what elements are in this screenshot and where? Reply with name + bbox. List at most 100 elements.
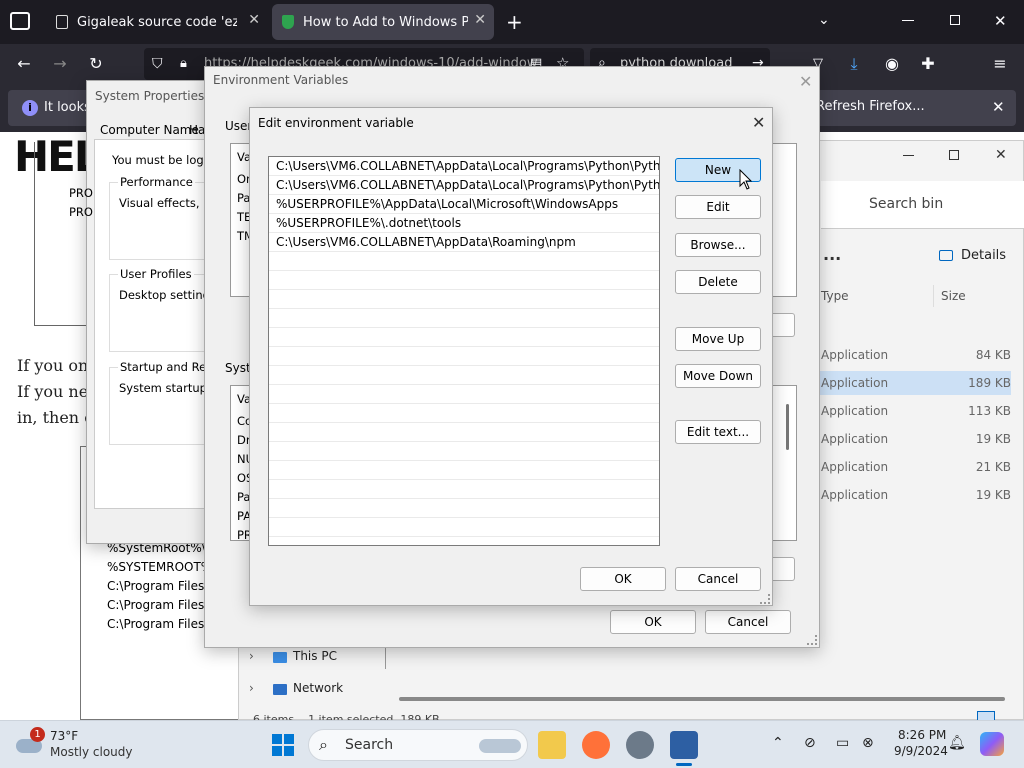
column-header-type[interactable]: Type xyxy=(821,289,849,303)
empty-row[interactable] xyxy=(269,518,659,537)
path-entries-list[interactable]: C:\Users\VM6.COLLABNET\AppData\Local\Pro… xyxy=(268,156,660,546)
list-item[interactable]: C:\Users\VM6.COLLABNET\AppData\Local\Pro… xyxy=(269,176,659,195)
menu-icon[interactable]: ≡ xyxy=(988,52,1012,76)
firefox-view-icon[interactable] xyxy=(10,12,30,30)
empty-row[interactable] xyxy=(269,252,659,271)
close-icon[interactable]: ✕ xyxy=(474,12,486,28)
tab-gigaleak[interactable]: Gigaleak source code 'ezbuild' ✕ xyxy=(46,4,268,40)
chevron-up-icon[interactable]: ⌃ xyxy=(772,735,784,751)
move-up-button[interactable]: Move Up xyxy=(675,327,761,351)
computer-icon xyxy=(273,652,287,663)
move-down-button[interactable]: Move Down xyxy=(675,364,761,388)
empty-row[interactable] xyxy=(269,480,659,499)
empty-row[interactable] xyxy=(269,309,659,328)
minimize-icon[interactable] xyxy=(903,155,914,156)
file-row[interactable]: Application 19 KB xyxy=(821,432,1011,452)
volume-icon[interactable]: ⊗ xyxy=(862,735,874,751)
empty-row[interactable] xyxy=(269,499,659,518)
file-row[interactable]: Application 84 KB xyxy=(821,348,1011,368)
tab-computer-name[interactable]: Computer Name xyxy=(100,123,199,137)
list-item[interactable]: %USERPROFILE%\.dotnet\tools xyxy=(269,214,659,233)
horizontal-scrollbar[interactable] xyxy=(399,697,1005,701)
taskbar-search[interactable]: ⌕ Search xyxy=(308,729,528,761)
file-row[interactable]: Application 21 KB xyxy=(821,460,1011,480)
resize-grip-icon[interactable] xyxy=(807,635,817,645)
close-icon[interactable]: ✕ xyxy=(752,113,765,132)
nav-item-this-pc[interactable]: › This PC xyxy=(249,649,379,669)
maximize-icon[interactable] xyxy=(950,15,960,25)
shield-icon xyxy=(282,15,294,29)
remote-desktop-icon[interactable] xyxy=(670,731,698,759)
new-tab-icon[interactable]: + xyxy=(506,10,523,34)
tab-how-to-add-path[interactable]: How to Add to Windows PATH ✕ xyxy=(272,4,494,40)
delete-button[interactable]: Delete xyxy=(675,270,761,294)
minimize-icon[interactable] xyxy=(902,20,914,21)
empty-row[interactable] xyxy=(269,385,659,404)
empty-row[interactable] xyxy=(269,461,659,480)
more-options-icon[interactable]: ... xyxy=(823,245,841,264)
user-vars-list[interactable]: Va On Pa TE TM xyxy=(230,143,254,297)
close-window-icon[interactable]: ✕ xyxy=(994,12,1007,30)
resize-grip-icon[interactable] xyxy=(760,594,770,604)
file-row[interactable]: Application 113 KB xyxy=(821,404,1011,424)
network-status-icon[interactable]: ⊘ xyxy=(804,735,816,751)
file-size: 84 KB xyxy=(975,348,1011,362)
reload-icon[interactable]: ↻ xyxy=(84,52,108,76)
close-icon[interactable]: ✕ xyxy=(992,98,1005,116)
empty-row[interactable] xyxy=(269,442,659,461)
copilot-icon[interactable] xyxy=(980,732,1004,756)
edit-text-button[interactable]: Edit text... xyxy=(675,420,761,444)
details-pane-icon[interactable] xyxy=(939,250,953,261)
windows-start-icon[interactable] xyxy=(272,734,294,756)
empty-row[interactable] xyxy=(269,328,659,347)
list-item[interactable]: %USERPROFILE%\AppData\Local\Microsoft\Wi… xyxy=(269,195,659,214)
extensions-icon[interactable]: ✚ xyxy=(916,52,940,76)
empty-row[interactable] xyxy=(269,423,659,442)
path-list-item: C:\Program Files ( xyxy=(107,579,213,593)
close-icon[interactable]: ✕ xyxy=(995,147,1007,163)
download-icon[interactable]: ⤓ xyxy=(842,52,866,76)
chevron-down-icon[interactable]: ⌄ xyxy=(818,12,830,28)
env-row-fragment: PRO xyxy=(69,205,93,219)
file-explorer-icon[interactable] xyxy=(538,731,566,759)
clock-date[interactable]: 9/9/2024 xyxy=(894,744,948,758)
display-icon[interactable]: ▭ xyxy=(836,735,849,751)
account-icon[interactable]: ◉ xyxy=(880,52,904,76)
close-icon[interactable]: ✕ xyxy=(799,72,812,91)
file-row[interactable]: Application 19 KB xyxy=(821,488,1011,508)
user-delete-button-edge[interactable] xyxy=(771,313,795,337)
firefox-icon[interactable] xyxy=(582,731,610,759)
forward-icon[interactable]: → xyxy=(48,52,72,76)
lock-icon[interactable]: 🔒︎ xyxy=(180,56,187,71)
system-vars-list[interactable]: Va Co Dri NU OS Pa PA PR xyxy=(230,385,250,541)
close-icon[interactable]: ✕ xyxy=(248,12,260,28)
weather-widget[interactable]: 1 73°F Mostly cloudy xyxy=(14,727,154,765)
empty-row[interactable] xyxy=(269,290,659,309)
file-row[interactable]: Application 189 KB xyxy=(821,376,1011,396)
ok-button[interactable]: OK xyxy=(610,610,696,634)
empty-row[interactable] xyxy=(269,271,659,290)
cancel-button[interactable]: Cancel xyxy=(675,567,761,591)
cancel-button[interactable]: Cancel xyxy=(705,610,791,634)
settings-gear-icon[interactable] xyxy=(626,731,654,759)
clock-time[interactable]: 8:26 PM xyxy=(898,728,946,742)
notification-bell-icon[interactable]: 🔔︎ xyxy=(948,735,966,751)
column-header-size[interactable]: Size xyxy=(941,289,966,303)
browse-button[interactable]: Browse... xyxy=(675,233,761,257)
maximize-icon[interactable] xyxy=(949,150,959,160)
list-item[interactable]: C:\Users\VM6.COLLABNET\AppData\Roaming\n… xyxy=(269,233,659,252)
details-button[interactable]: Details xyxy=(961,248,1006,263)
empty-row[interactable] xyxy=(269,347,659,366)
search-input[interactable]: Search bin xyxy=(821,181,1024,229)
tracking-shield-icon[interactable]: ⛉ xyxy=(152,56,163,72)
nav-item-network[interactable]: › Network xyxy=(249,681,379,701)
system-delete-button-edge[interactable] xyxy=(771,557,795,581)
empty-row[interactable] xyxy=(269,404,659,423)
vertical-scrollbar[interactable] xyxy=(786,404,789,450)
back-icon[interactable]: ← xyxy=(12,52,36,76)
list-item[interactable]: C:\Users\VM6.COLLABNET\AppData\Local\Pro… xyxy=(269,157,659,176)
empty-row[interactable] xyxy=(269,366,659,385)
edit-button[interactable]: Edit xyxy=(675,195,761,219)
ok-button[interactable]: OK xyxy=(580,567,666,591)
refresh-firefox-button[interactable]: Refresh Firefox... xyxy=(816,99,925,114)
